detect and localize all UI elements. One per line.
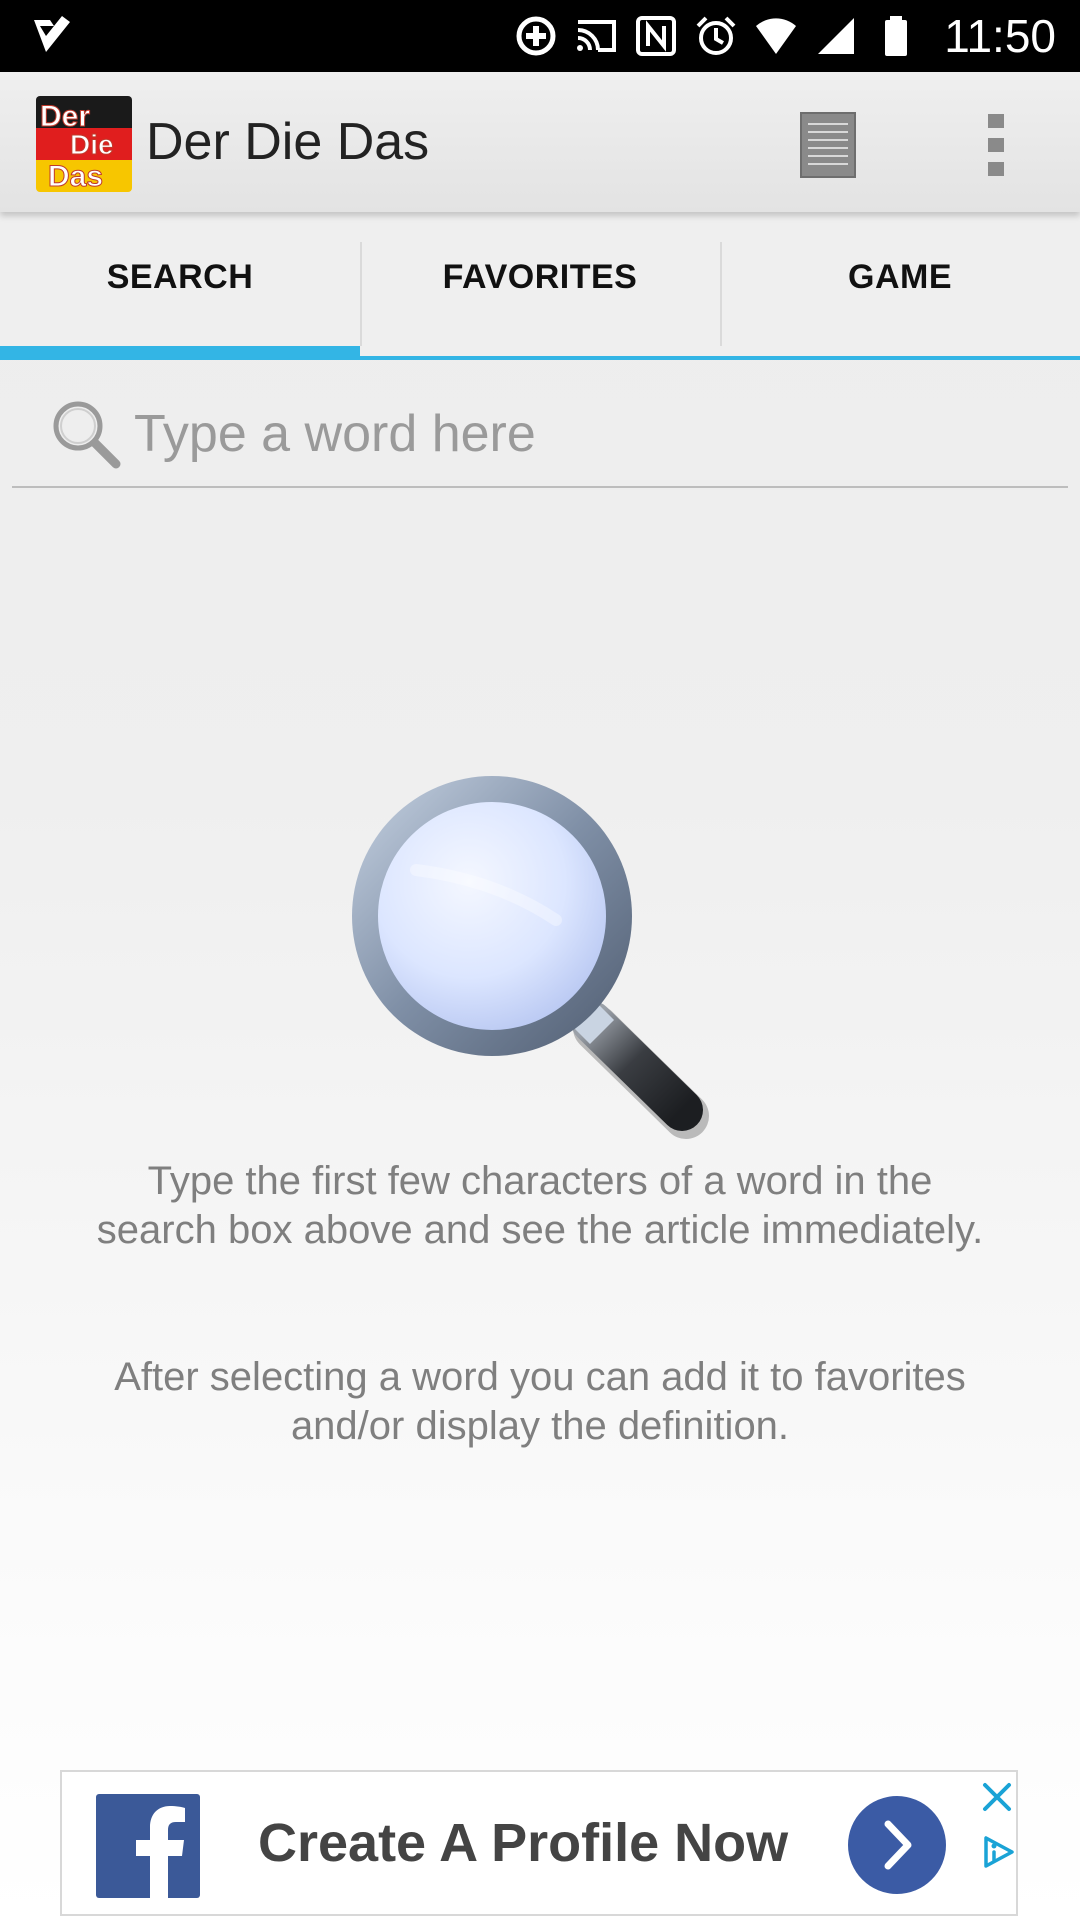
alarm-icon (696, 16, 736, 55)
svg-text:Das: Das (48, 160, 103, 192)
list-icon[interactable] (800, 112, 856, 178)
tab-favorites-label: FAVORITES (442, 257, 638, 296)
wifi-icon (756, 18, 797, 54)
svg-text:Die: Die (70, 129, 114, 160)
nfc-icon (636, 16, 677, 56)
app-title: Der Die Das (146, 113, 430, 171)
facebook-logo-icon (96, 1794, 200, 1898)
search-icon (53, 401, 121, 469)
search-box (12, 376, 1068, 488)
status-bar: 11:50 (0, 0, 1080, 72)
help-text-search: Type the first few characters of a word … (96, 1159, 984, 1252)
ad-choices-icon[interactable] (980, 1834, 1016, 1870)
ad-go-button[interactable] (848, 1796, 946, 1894)
help-text-favorites: After selecting a word you can add it to… (114, 1355, 966, 1448)
magnifier-illustration-icon (352, 776, 709, 1139)
overflow-menu-icon[interactable] (984, 112, 1008, 178)
tab-underline (720, 356, 1080, 360)
chevron-right-icon (884, 1820, 912, 1870)
data-saver-icon (516, 16, 556, 56)
tab-indicator (0, 346, 360, 360)
notification-check-icon (34, 16, 70, 52)
app-bar: Der Die Das Der Die Das (0, 72, 1080, 212)
app-logo[interactable]: Der Die Das (36, 96, 132, 192)
tab-game-label: GAME (848, 257, 952, 296)
search-input[interactable] (132, 398, 1036, 470)
close-icon[interactable] (980, 1780, 1014, 1814)
tab-search-label: SEARCH (106, 257, 254, 296)
tab-game[interactable]: GAME (720, 212, 1080, 360)
battery-icon (885, 16, 908, 56)
tab-search[interactable]: SEARCH (0, 212, 360, 360)
ad-headline[interactable]: Create A Profile Now (258, 1812, 788, 1874)
tab-underline (360, 356, 720, 360)
tab-bar: SEARCH FAVORITES GAME (0, 212, 1080, 360)
ad-banner[interactable]: Create A Profile Now (60, 1770, 1018, 1916)
tab-favorites[interactable]: FAVORITES (360, 212, 720, 360)
clock: 11:50 (944, 10, 1056, 62)
cast-icon (577, 20, 617, 52)
cell-signal-icon (818, 18, 855, 54)
der-die-das-logo-icon: Der Die Das (36, 96, 132, 192)
